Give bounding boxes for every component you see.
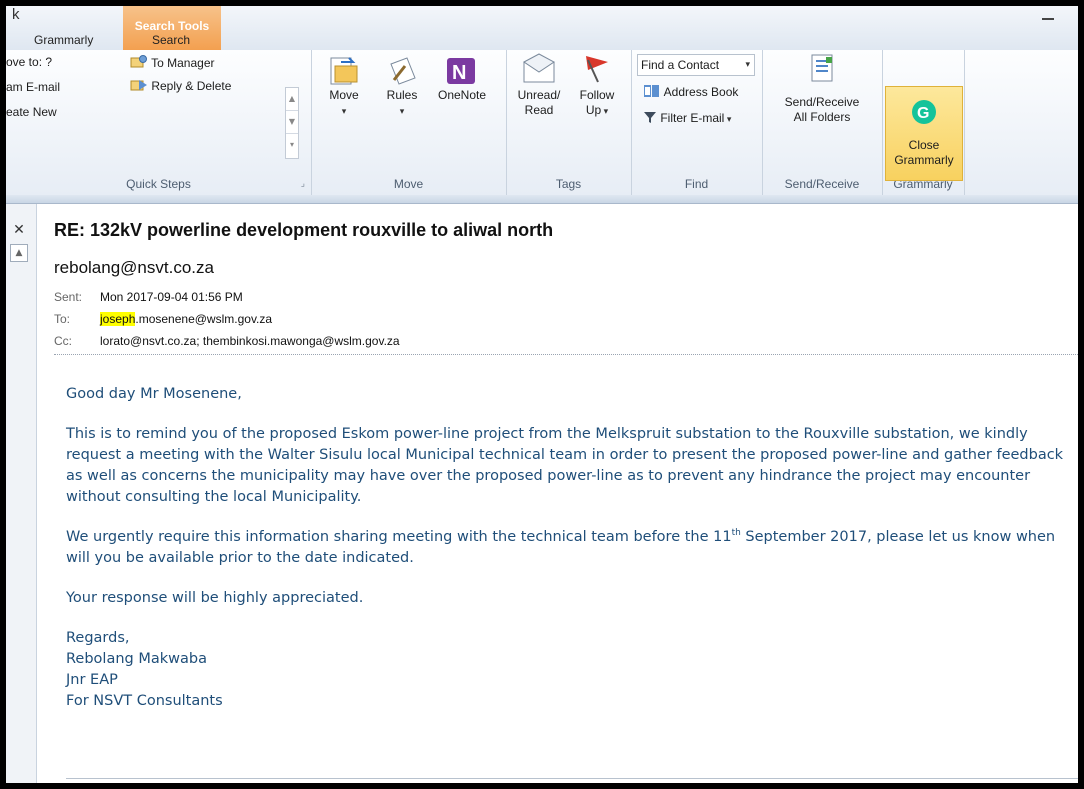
signature-title: Jnr EAP [66,672,118,688]
signature: Regards, Rebolang Makwaba Jnr EAP For NS… [66,628,1076,712]
onenote-icon: N [447,58,475,84]
to-rest[interactable]: .mosenene@wslm.gov.za [135,312,272,326]
envelope-icon [523,53,555,83]
to-row: To: joseph.mosenene@wslm.gov.za [54,312,272,326]
grammarly-icon: G [912,100,936,124]
body-paragraph-1: This is to remind you of the proposed Es… [66,426,1064,505]
signature-company: For NSVT Consultants [66,693,223,709]
quick-steps-scroll[interactable]: ▲ ▼ ▾ [285,87,299,159]
cc-label: Cc: [54,334,72,348]
tags-group-label: Tags [555,177,582,191]
minimize-icon[interactable] [1042,18,1054,20]
folder-pane-strip: ✕ ▲ [6,204,37,783]
quick-step-move-to[interactable]: ove to: ? [6,55,52,69]
sent-label: Sent: [54,290,83,304]
scroll-down-icon[interactable]: ▼ [286,111,298,134]
cc-row: Cc: lorato@nsvt.co.za; thembinkosi.mawong… [54,334,400,348]
send-receive-group-label: Send/Receive [784,177,860,191]
reply-delete-icon [130,80,147,91]
sent-row: Sent: Mon 2017-09-04 01:56 PM [54,290,243,304]
search-tools-label: Search Tools [134,19,210,33]
dialog-launcher-icon[interactable]: ⌟ [301,179,305,189]
signature-regards: Regards, [66,630,130,646]
send-receive-icon [811,54,833,82]
filter-email-button[interactable]: Filter E-mail ▾ [643,110,731,125]
scroll-more-icon[interactable]: ▾ [286,134,298,156]
follow-up-button[interactable]: Follow Up ▾ [570,56,624,119]
close-grammarly-button[interactable]: G Close Grammarly [885,86,963,181]
flag-icon [586,56,608,83]
find-group: Find a Contact ▾ Address Book Filter E-m… [631,50,763,195]
move-group: Move ▾ Rules ▾ N OneNote Move [311,50,507,195]
body-bottom-divider [66,778,1078,779]
quick-steps-group: ove to: ? am E-mail eate New To Manager … [6,50,312,195]
rules-icon [390,57,416,85]
quick-step-to-manager[interactable]: To Manager [130,55,215,70]
to-label: To: [54,312,71,326]
send-receive-all-button[interactable]: Send/Receive All Folders [766,54,878,125]
body-paragraph-2: We urgently require this information sha… [66,528,1056,566]
onenote-button[interactable]: N OneNote [431,58,493,103]
find-contact-dropdown-icon[interactable]: ▾ [745,60,750,70]
svg-text:G: G [917,105,929,122]
reply-delete-label: Reply & Delete [151,79,232,93]
to-manager-icon [130,55,147,68]
scroll-up-icon[interactable]: ▲ [286,88,298,111]
ribbon: ove to: ? am E-mail eate New To Manager … [6,50,1078,196]
unread-read-button[interactable]: Unread/Read [512,53,566,118]
greeting: Good day Mr Mosenene, [66,386,242,402]
move-button[interactable]: Move ▾ [323,57,365,119]
tab-search[interactable]: Search [152,33,190,47]
svg-text:N: N [452,62,466,84]
outlook-window: k Search Tools Grammarly Search ove to: … [0,0,1084,789]
tab-grammarly[interactable]: Grammarly [34,33,93,47]
message-sender[interactable]: rebolang@nsvt.co.za [54,258,214,278]
message-body: Good day Mr Mosenene, This is to remind … [66,384,1076,712]
address-book-button[interactable]: Address Book [643,84,738,99]
move-group-label: Move [393,177,424,191]
cc-value[interactable]: lorato@nsvt.co.za; thembinkosi.mawonga@w… [100,334,400,348]
find-group-label: Find [684,177,709,191]
sent-value: Mon 2017-09-04 01:56 PM [100,290,243,304]
quick-step-create-new[interactable]: eate New [6,105,57,119]
quick-steps-label: Quick Steps [126,177,191,191]
quick-step-team-email[interactable]: am E-mail [6,80,60,94]
address-book-icon [644,85,659,97]
ribbon-separator [6,195,1078,204]
close-icon[interactable]: ✕ [10,221,28,239]
move-folder-icon [330,57,358,85]
filter-icon [644,112,656,123]
window-title: k [12,6,20,23]
title-bar: k Search Tools Grammarly Search [6,6,1078,50]
tags-group: Unread/Read Follow Up ▾ Tags [506,50,632,195]
rules-button[interactable]: Rules ▾ [381,57,423,119]
scroll-up-arrow-icon[interactable]: ▲ [10,244,28,262]
header-divider [54,354,1078,355]
quick-step-reply-delete[interactable]: Reply & Delete [130,78,231,93]
body-paragraph-3: Your response will be highly appreciated… [66,590,364,606]
find-contact-input[interactable]: Find a Contact ▾ [637,54,755,76]
message-subject: RE: 132kV powerline development rouxvill… [54,220,554,240]
to-manager-label: To Manager [151,56,215,70]
signature-name: Rebolang Makwaba [66,651,207,667]
to-highlight[interactable]: joseph [100,312,136,326]
send-receive-group: Send/Receive All Folders Send/Receive [762,50,883,195]
